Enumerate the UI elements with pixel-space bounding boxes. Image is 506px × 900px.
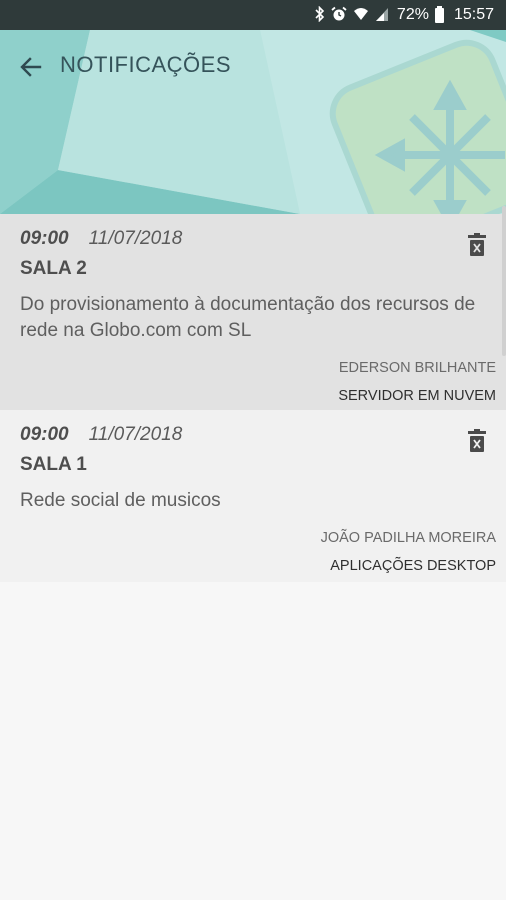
battery-icon — [434, 5, 444, 23]
notification-track: SERVIDOR EM NUVEM — [338, 388, 496, 404]
trash-icon — [468, 429, 486, 452]
signal-icon — [375, 6, 389, 24]
back-button[interactable] — [14, 50, 48, 84]
status-bar: 72% 15:57 — [0, 0, 506, 30]
notification-time: 09:00 — [20, 424, 69, 445]
notification-card[interactable]: 09:00 11/07/2018 SALA 2 Do provisionamen… — [0, 214, 506, 410]
notification-speaker: JOÃO PADILHA MOREIRA — [320, 530, 496, 546]
alarm-icon — [331, 6, 347, 24]
notification-description: Do provisionamento à documentação dos re… — [20, 294, 476, 341]
notification-date: 11/07/2018 — [88, 424, 183, 445]
notification-time: 09:00 — [20, 228, 69, 249]
notification-date: 11/07/2018 — [88, 228, 183, 249]
trash-icon — [468, 233, 486, 256]
clock: 15:57 — [453, 6, 494, 23]
wifi-icon — [353, 6, 369, 24]
notification-card[interactable]: 09:00 11/07/2018 SALA 1 Rede social de m… — [0, 410, 506, 582]
battery-level: 72% — [396, 6, 429, 23]
notification-description: Rede social de musicos — [20, 490, 221, 511]
arrow-left-icon — [20, 57, 42, 77]
app-header: NOTIFICAÇÕES — [0, 30, 506, 214]
notification-list: 09:00 11/07/2018 SALA 2 Do provisionamen… — [0, 214, 506, 582]
page-title: NOTIFICAÇÕES — [60, 52, 232, 77]
notification-room: SALA 1 — [20, 454, 87, 475]
scrollbar[interactable] — [502, 206, 506, 356]
delete-button[interactable] — [466, 428, 488, 454]
bluetooth-icon — [315, 5, 325, 24]
notification-track: APLICAÇÕES DESKTOP — [330, 558, 496, 574]
notification-speaker: EDERSON BRILHANTE — [338, 360, 496, 376]
notification-room: SALA 2 — [20, 258, 87, 279]
delete-button[interactable] — [466, 232, 488, 258]
